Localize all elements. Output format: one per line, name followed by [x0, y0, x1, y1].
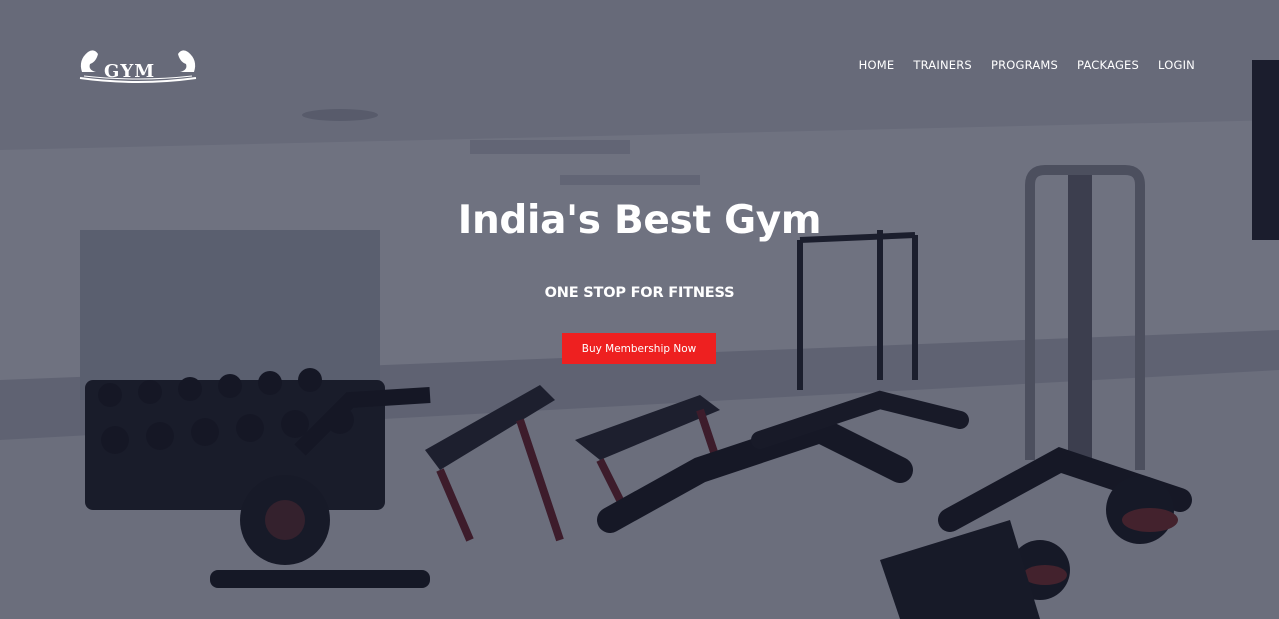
- hero-subtitle: ONE STOP FOR FITNESS: [544, 285, 735, 301]
- main-nav: HOME TRAINERS PROGRAMS PACKAGES LOGIN: [859, 58, 1195, 72]
- nav-item-programs[interactable]: PROGRAMS: [991, 58, 1058, 72]
- dark-overlay: [0, 0, 1279, 619]
- hero-title: India's Best Gym: [457, 198, 822, 243]
- nav-item-packages[interactable]: PACKAGES: [1077, 58, 1139, 72]
- nav-item-trainers[interactable]: TRAINERS: [913, 58, 972, 72]
- buy-membership-button[interactable]: Buy Membership Now: [562, 333, 716, 364]
- gym-logo[interactable]: GYM: [76, 42, 200, 88]
- hero-section: GYM HOME TRAINERS PROGRAMS PACKAGES LOGI…: [0, 0, 1279, 619]
- nav-item-login[interactable]: LOGIN: [1158, 58, 1195, 72]
- logo-text: GYM: [104, 61, 156, 82]
- nav-item-home[interactable]: HOME: [859, 58, 895, 72]
